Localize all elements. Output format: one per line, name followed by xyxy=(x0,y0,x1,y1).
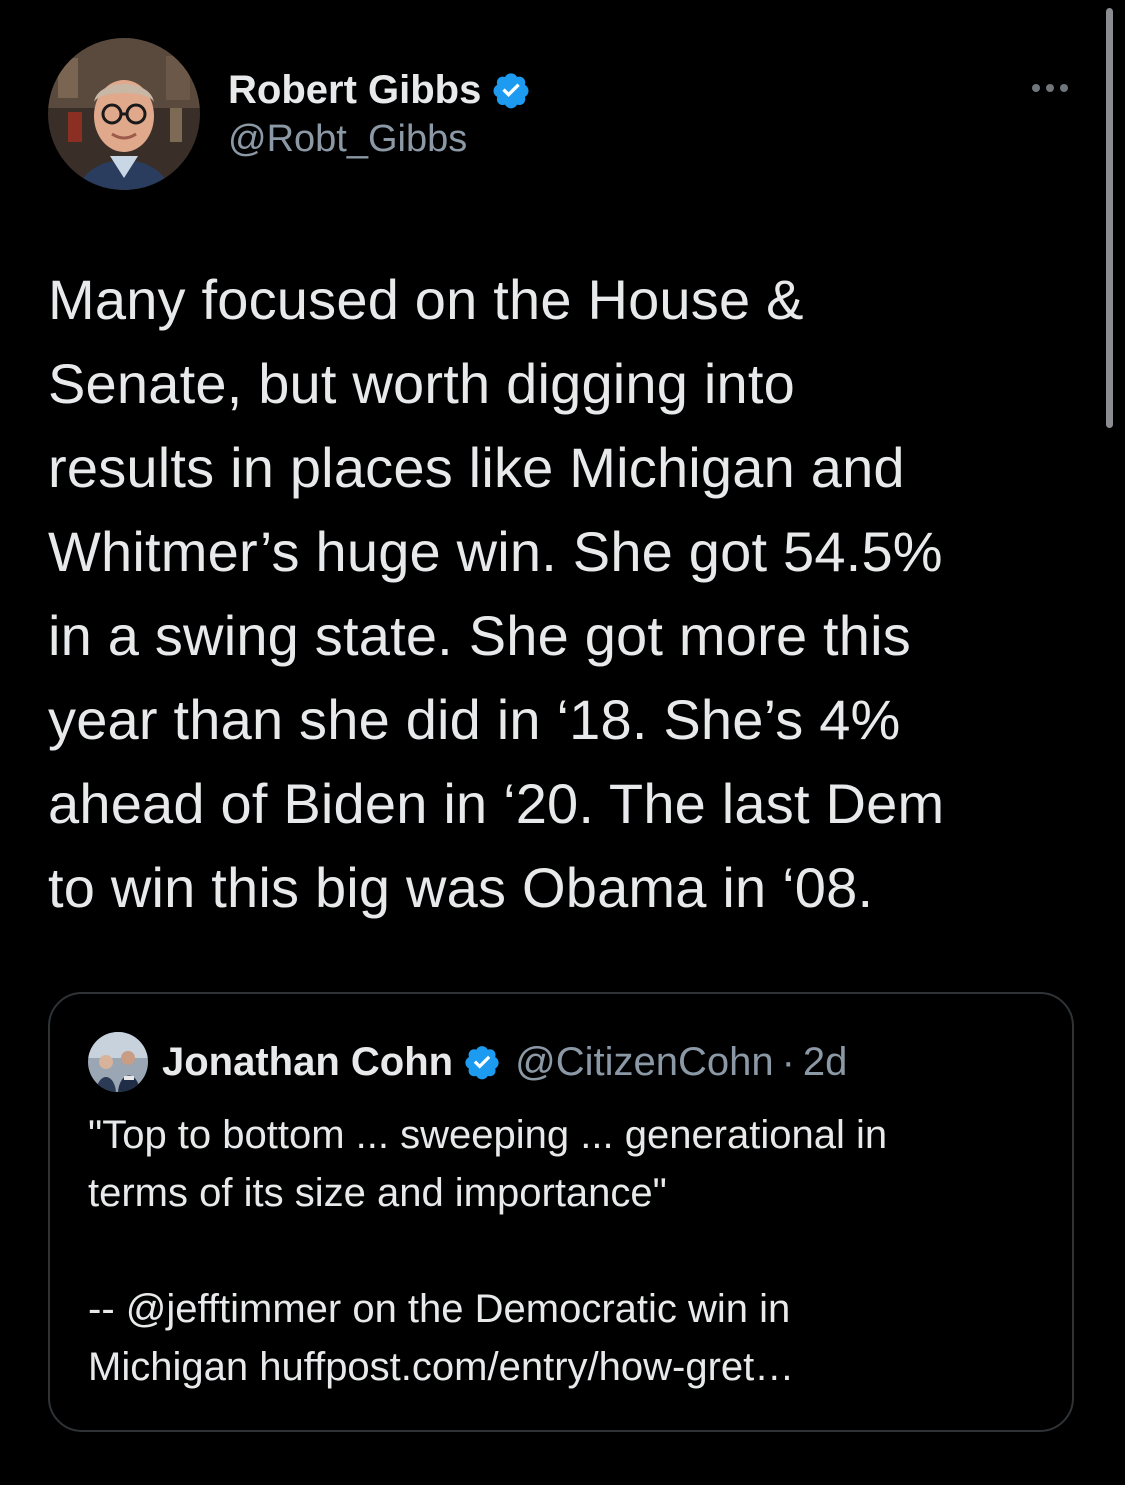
author-handle[interactable]: @Robt_Gibbs xyxy=(228,118,531,161)
tweet-header: Robert Gibbs @Robt_Gibbs xyxy=(48,38,1078,192)
tweet-text-line: Many focused on the House & xyxy=(48,268,804,331)
author-name-row: Robert Gibbs xyxy=(228,64,531,116)
quoted-text-line: "Top to bottom ... sweeping ... generati… xyxy=(88,1113,888,1157)
quoted-author-avatar[interactable] xyxy=(88,1032,148,1092)
author-names: Robert Gibbs @Robt_Gibbs xyxy=(228,64,531,161)
separator-dot: · xyxy=(781,1039,795,1084)
scrollbar[interactable] xyxy=(1106,8,1113,428)
author-display-name[interactable]: Robert Gibbs xyxy=(228,68,481,113)
quoted-author-handle[interactable]: @CitizenCohn xyxy=(515,1040,774,1085)
quoted-tweet-header: Jonathan Cohn @CitizenCohn · 2d xyxy=(88,1032,847,1092)
tweet-text-line: Whitmer’s huge win. She got 54.5% xyxy=(48,520,943,583)
tweet-text-line: results in places like Michigan and xyxy=(48,436,905,499)
tweet-text-line: year than she did in ‘18. She’s 4% xyxy=(48,688,901,751)
tweet-text-line: in a swing state. She got more this xyxy=(48,604,911,667)
quoted-text-line: Michigan huffpost.com/entry/how-gret… xyxy=(88,1345,795,1389)
verified-badge-icon xyxy=(491,70,531,110)
quoted-author-display-name[interactable]: Jonathan Cohn xyxy=(162,1040,453,1085)
tweet-text-line: to win this big was Obama in ‘08. xyxy=(48,856,874,919)
author-avatar[interactable] xyxy=(48,38,200,190)
quoted-tweet-text: "Top to bottom ... sweeping ... generati… xyxy=(88,1106,1048,1396)
tweet-text-line: Senate, but worth digging into xyxy=(48,352,795,415)
quoted-verified-badge-icon xyxy=(463,1043,501,1081)
quoted-tweet-time[interactable]: 2d xyxy=(803,1040,848,1085)
tweet-text: Many focused on the House & Senate, but … xyxy=(48,258,1088,930)
quoted-tweet-card[interactable]: Jonathan Cohn @CitizenCohn · 2d "Top to … xyxy=(48,992,1074,1432)
quoted-text-line: -- @jefftimmer on the Democratic win in xyxy=(88,1287,791,1331)
more-options-icon[interactable] xyxy=(1028,80,1072,96)
tweet-text-line: ahead of Biden in ‘20. The last Dem xyxy=(48,772,945,835)
quoted-text-line: terms of its size and importance" xyxy=(88,1171,667,1215)
